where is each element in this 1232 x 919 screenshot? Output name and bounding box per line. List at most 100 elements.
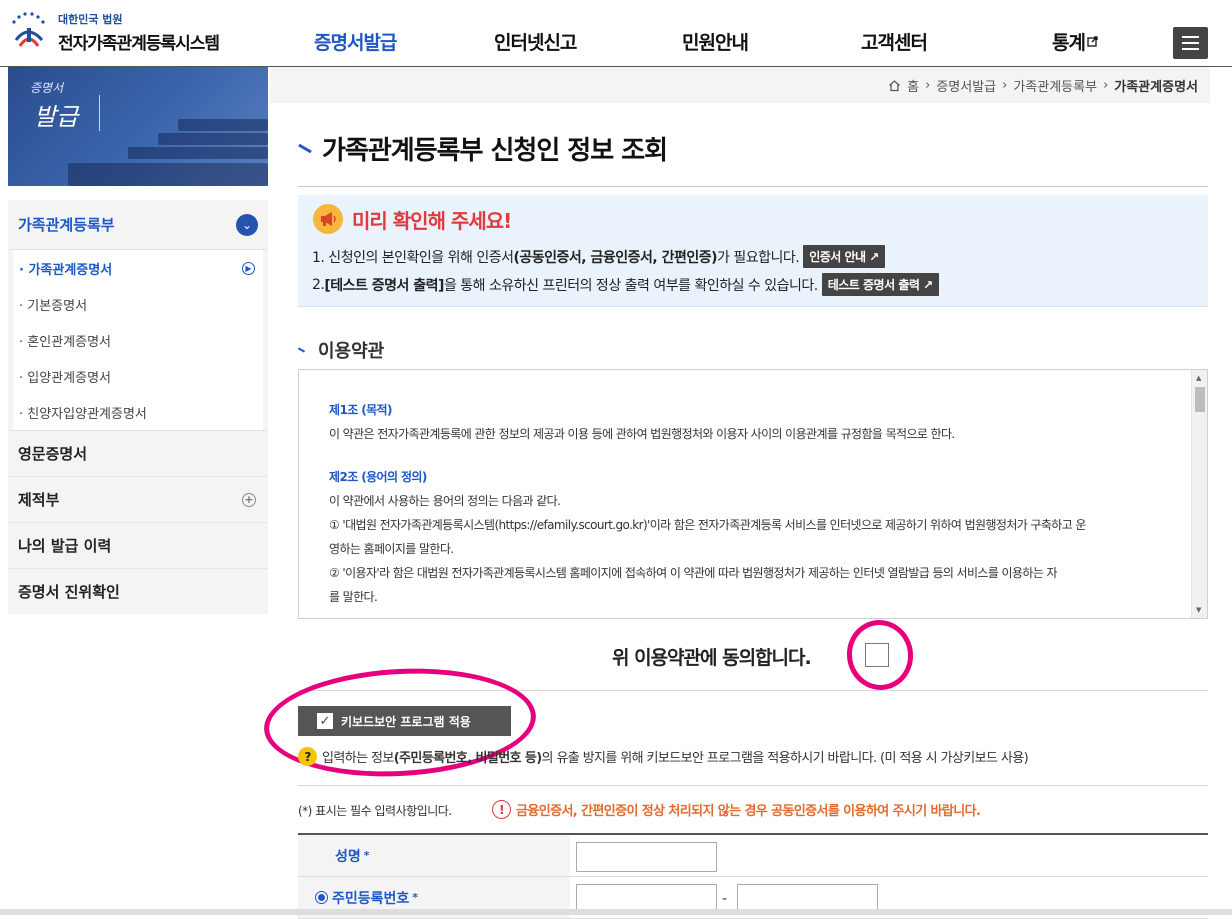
exclamation-icon: ! [492,800,511,819]
lnb-sub-label: · 혼인관계증명서 [19,334,111,350]
checkbox-checked-icon: ✓ [317,713,333,729]
divider [298,785,1208,786]
lnb-group-label: 가족관계등록부 [18,216,115,234]
required-star: * [412,891,419,904]
breadcrumb-current: 가족관계증명서 [1114,80,1198,95]
lnb-authenticity-check[interactable]: 증명서 진위확인 [8,568,268,614]
hamburger-menu-icon[interactable] [1173,27,1208,59]
external-link-icon: ↗ [923,278,933,292]
lnb-removed-register[interactable]: 제적부 + [8,476,268,522]
radio-selected-icon[interactable] [315,891,328,904]
scroll-down-icon[interactable]: ▼ [1196,606,1201,614]
window-bottom-edge [0,909,1232,915]
chevron-right-icon: › [1103,78,1109,93]
lnb-item-label: 영문증명서 [18,445,88,463]
breadcrumb-item[interactable]: 가족관계등록부 [1013,76,1097,95]
lnb-sub-family-relation[interactable]: · 가족관계증명서 ▶ [13,250,263,286]
notice-text: 가 필요합니다. [717,249,800,266]
notice-text-bold: (공동인증서, 금융인증서, 간편인증) [513,249,717,266]
nav-statistics-label: 통계 [1052,32,1086,54]
court-emblem-icon [8,10,52,54]
test-print-label: 테스트 증명서 출력 [827,278,920,292]
terms-scrollbar[interactable]: ▲ ▼ [1191,370,1207,618]
test-print-button[interactable]: 테스트 증명서 출력 ↗ [821,273,939,296]
nav-statistics[interactable]: 통계 [1052,28,1098,55]
home-icon [889,80,901,92]
side-banner: 증명서 발급 [8,67,268,186]
notice-text: 2. [312,276,325,293]
terms-article-text: 이 약관은 전자가족관계등록에 관한 정보의 제공과 이용 등에 관하여 법원행… [329,427,955,441]
lnb-sub-basic[interactable]: · 기본증명서 [13,286,263,322]
nav-customer-center[interactable]: 고객센터 [861,28,928,55]
lnb-sub-adoption[interactable]: · 입양관계증명서 [13,358,263,394]
page-title: 가족관계등록부 신청인 정보 조회 [298,130,668,167]
logo-title: 전자가족관계등록시스템 [58,33,220,54]
agree-label: 위 이용약관에 동의합니다. [612,647,812,669]
lnb-item-label: 증명서 진위확인 [18,583,120,601]
site-logo[interactable]: 대한민국 법원 전자가족관계등록시스템 [8,10,220,54]
lnb-item-label: 나의 발급 이력 [18,537,112,555]
lnb-submenu: · 가족관계증명서 ▶ · 기본증명서 · 혼인관계증명서 · 입양관계증명서 … [13,250,263,430]
form-row-name: 성명 * [298,835,1208,877]
site-header: 대한민국 법원 전자가족관계등록시스템 증명서발급 인터넷신고 민원안내 고객센… [0,0,1232,67]
divider [298,186,1208,187]
terms-scroll-box[interactable]: 제1조 (목적) 이 약관은 전자가족관계등록에 관한 정보의 제공과 이용 등… [298,369,1208,619]
nav-civil-guide[interactable]: 민원안내 [682,28,749,55]
lnb-sub-label: · 입양관계증명서 [19,370,111,386]
lnb-item-label: 제적부 [18,491,60,509]
chevron-right-icon: › [1002,78,1008,93]
banner-divider [99,95,100,131]
breadcrumb-item[interactable]: 증명서발급 [936,76,996,95]
rrn-dash: - [722,891,728,907]
notice-line-2: 2. [테스트 증명서 출력] 을 통해 소유하신 프린터의 정상 출력 여부를… [312,273,939,296]
warning-message: ! 금융인증서, 간편인증이 정상 처리되지 않는 경우 공동인증서를 이용하여… [492,800,981,819]
keyboard-security-button[interactable]: ✓ 키보드보안 프로그램 적용 [298,706,511,736]
lnb-sub-full-adoption[interactable]: · 친양자입양관계증명서 [13,394,263,430]
external-link-icon [1087,36,1098,47]
page-title-text: 가족관계등록부 신청인 정보 조회 [322,136,668,166]
external-link-icon: ↗ [869,250,879,264]
lnb-issue-history[interactable]: 나의 발급 이력 [8,522,268,568]
terms-article-title: 제1조 (목적) [329,403,392,417]
nav-certificate-issue[interactable]: 증명서발급 [314,28,397,55]
side-navigation: 가족관계등록부 ⌄ · 가족관계증명서 ▶ · 기본증명서 · 혼인관계증명서 … [8,200,268,614]
certificate-guide-label: 인증서 안내 [809,250,866,264]
section-title-terms: 이용약관 [297,337,384,363]
play-circle-icon: ▶ [242,261,255,275]
lnb-sub-marriage[interactable]: · 혼인관계증명서 [13,322,263,358]
notice-line-1: 1. 신청인의 본인확인을 위해 인증서 (공동인증서, 금융인증서, 간편인증… [312,245,885,268]
terms-article-text: 이 약관에서 사용하는 용어의 정의는 다음과 같다. [329,494,561,508]
banner-book-image [158,133,268,145]
nav-online-report[interactable]: 인터넷신고 [494,28,577,55]
lnb-sub-label: · 기본증명서 [19,298,88,314]
note-text: 입력하는 정보 [322,751,394,766]
terms-article-text: 를 말한다. [329,590,378,604]
required-note: (*) 표시는 필수 입력사항입니다. [298,804,452,818]
name-label: 성명 * [298,835,570,876]
terms-article-text: 영하는 홈페이지를 말한다. [329,542,454,556]
breadcrumb-home[interactable]: 홈 [907,76,919,95]
banner-line2: 발급 [34,103,79,131]
warning-text: 금융인증서, 간편인증이 정상 처리되지 않는 경우 공동인증서를 이용하여 주… [516,804,981,819]
banner-line1: 증명서 [30,81,64,95]
question-icon: ? [298,747,317,766]
scroll-thumb[interactable] [1195,387,1205,412]
lnb-english-certificate[interactable]: 영문증명서 [8,430,268,476]
section-accent-mark [297,347,306,353]
lnb-group-family-register[interactable]: 가족관계등록부 ⌄ [8,200,268,250]
plus-circle-icon: + [242,492,256,507]
notice-text-bold: [테스트 증명서 출력] [324,277,444,294]
title-accent-mark [298,143,312,154]
name-input[interactable] [576,842,717,872]
required-star: * [363,849,370,862]
banner-book-image [178,119,268,131]
scroll-up-icon[interactable]: ▲ [1196,374,1201,382]
certificate-guide-button[interactable]: 인증서 안내 ↗ [803,245,885,268]
keyboard-security-note: ? 입력하는 정보 (주민등록번호, 비밀번호 등) 의 유출 방지를 위해 키… [298,747,1029,766]
terms-article-text: ① '대법원 전자가족관계등록시스템(https://efamily.scour… [329,518,1086,532]
annotation-circle [841,614,919,696]
lnb-sub-label: · 친양자입양관계증명서 [19,406,147,422]
notice-box: 미리 확인해 주세요! 1. 신청인의 본인확인을 위해 인증서 (공동인증서,… [298,195,1208,307]
breadcrumb: 홈 › 증명서발급 › 가족관계등록부 › 가족관계증명서 [270,67,1210,103]
notice-text: 1. 신청인의 본인확인을 위해 인증서 [312,249,514,266]
